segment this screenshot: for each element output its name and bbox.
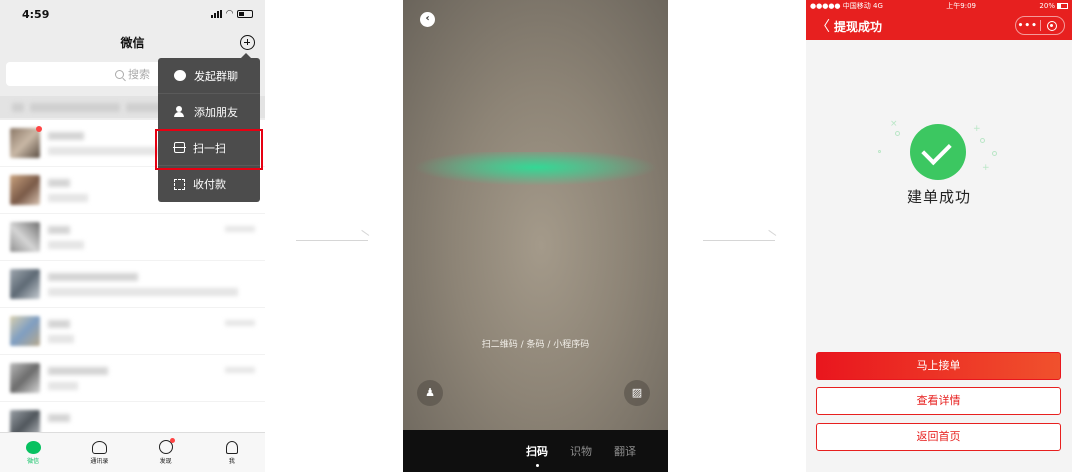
avatar: [10, 269, 40, 299]
discover-icon: [158, 438, 175, 454]
blurred-time: [225, 367, 255, 373]
page-title: 微信: [120, 36, 145, 50]
sparkle-icon: [878, 150, 881, 153]
step-arrow-icon: [703, 229, 777, 241]
nav-bar: 微信: [0, 28, 265, 58]
success-check-icon: [910, 124, 966, 180]
battery-percent: 20%: [1039, 2, 1055, 10]
scan-highlight-box: [155, 129, 263, 170]
scan-hint: 扫二维码 / 条码 / 小程序码: [481, 340, 590, 350]
list-item[interactable]: [0, 355, 265, 402]
success-title: 建单成功: [906, 188, 971, 206]
close-miniprogram-icon[interactable]: [1041, 20, 1065, 31]
accept-order-button[interactable]: 马上接单: [816, 352, 1061, 380]
battery-status: 20%: [1039, 2, 1068, 10]
menu-item-label: 添加朋友: [194, 105, 238, 119]
sparkle-icon: +: [982, 163, 990, 173]
back-icon[interactable]: ‹: [420, 12, 435, 27]
menu-item-label: 发起群聊: [194, 69, 238, 83]
album-icon[interactable]: ▨: [624, 380, 650, 406]
tab-label: 通讯录: [90, 457, 109, 465]
chats-icon: [25, 440, 41, 454]
tab-label: 我: [228, 457, 235, 465]
unread-badge: [36, 126, 42, 132]
status-bar: ●●●●● 中国移动 4G 上午9:09 20%: [806, 0, 1072, 12]
me-icon: [225, 440, 238, 454]
menu-item-money[interactable]: 收付款: [158, 166, 260, 202]
signal-icon: [211, 10, 223, 18]
menu-item-group-chat[interactable]: 发起群聊: [158, 58, 260, 94]
blurred-time: [225, 320, 255, 326]
list-item[interactable]: [0, 261, 265, 308]
add-friend-icon: [174, 106, 186, 117]
sparkle-icon: [980, 138, 985, 143]
menu-item-label: 收付款: [193, 178, 226, 191]
blurred-message: [48, 272, 265, 296]
more-icon[interactable]: •••: [1016, 21, 1040, 31]
battery-icon: [1056, 3, 1068, 9]
bottom-tab-bar: 微信 通讯录 发现 我: [0, 432, 265, 472]
withdraw-success-screen: ●●●●● 中国移动 4G 上午9:09 20% 〈 提现成功 ••• × + …: [806, 0, 1072, 472]
status-icons: ◠: [211, 9, 253, 19]
tab-label: 发现: [159, 458, 172, 465]
wifi-icon: ◠: [226, 9, 233, 19]
avatar: [10, 175, 40, 205]
list-item[interactable]: [0, 308, 265, 355]
add-menu-icon[interactable]: [240, 35, 255, 50]
back-icon[interactable]: 〈: [816, 16, 830, 36]
tab-me[interactable]: 我: [199, 433, 265, 472]
status-time: 4:59: [22, 7, 50, 21]
step-arrow-icon: [296, 229, 370, 241]
scan-line: [413, 152, 658, 186]
return-home-button[interactable]: 返回首页: [816, 423, 1061, 451]
my-qrcode-icon[interactable]: ♟: [417, 380, 443, 406]
avatar: [10, 316, 40, 346]
tab-identify-object[interactable]: 识物: [570, 443, 592, 459]
search-placeholder: 搜索: [128, 68, 150, 81]
carrier-text: ●●●●● 中国移动 4G: [810, 2, 883, 10]
status-bar: 4:59 ◠: [0, 0, 265, 28]
sparkle-icon: +: [973, 124, 981, 134]
contacts-icon: [91, 440, 107, 454]
tab-contacts[interactable]: 通讯录: [66, 433, 132, 472]
battery-icon: [237, 10, 253, 18]
miniprogram-capsule: •••: [1015, 16, 1065, 35]
wechat-home-screen: 4:59 ◠ 微信 搜索 微信 通讯录 发现 我 发起群聊 添加朋友 扫一扫 收…: [0, 0, 265, 472]
status-time: 上午9:09: [946, 2, 977, 10]
money-icon: [174, 178, 185, 190]
group-chat-icon: [174, 70, 186, 81]
avatar: [10, 222, 40, 252]
nav-bar: 〈 提现成功 •••: [806, 12, 1072, 40]
tab-chats[interactable]: 微信: [0, 433, 66, 472]
search-icon: [115, 69, 124, 79]
list-item[interactable]: [0, 214, 265, 261]
page-title: 提现成功: [834, 19, 883, 34]
avatar: [10, 363, 40, 393]
menu-item-add-friend[interactable]: 添加朋友: [158, 94, 260, 130]
view-details-button[interactable]: 查看详情: [816, 387, 1061, 415]
sparkle-icon: [992, 151, 997, 156]
scan-mode-tabs: 扫码 识物 翻译: [403, 430, 668, 472]
scanner-screen: ‹ 扫二维码 / 条码 / 小程序码 ♟ ▨ 扫码 识物 翻译: [403, 0, 668, 472]
sparkle-icon: [895, 131, 900, 136]
tab-scan-code[interactable]: 扫码: [526, 443, 548, 467]
tab-label: 微信: [27, 457, 40, 465]
avatar: [10, 128, 40, 158]
blurred-time: [225, 226, 255, 232]
tab-discover[interactable]: 发现: [133, 433, 199, 472]
tab-translate[interactable]: 翻译: [614, 443, 636, 459]
sparkle-icon: ×: [890, 119, 898, 129]
